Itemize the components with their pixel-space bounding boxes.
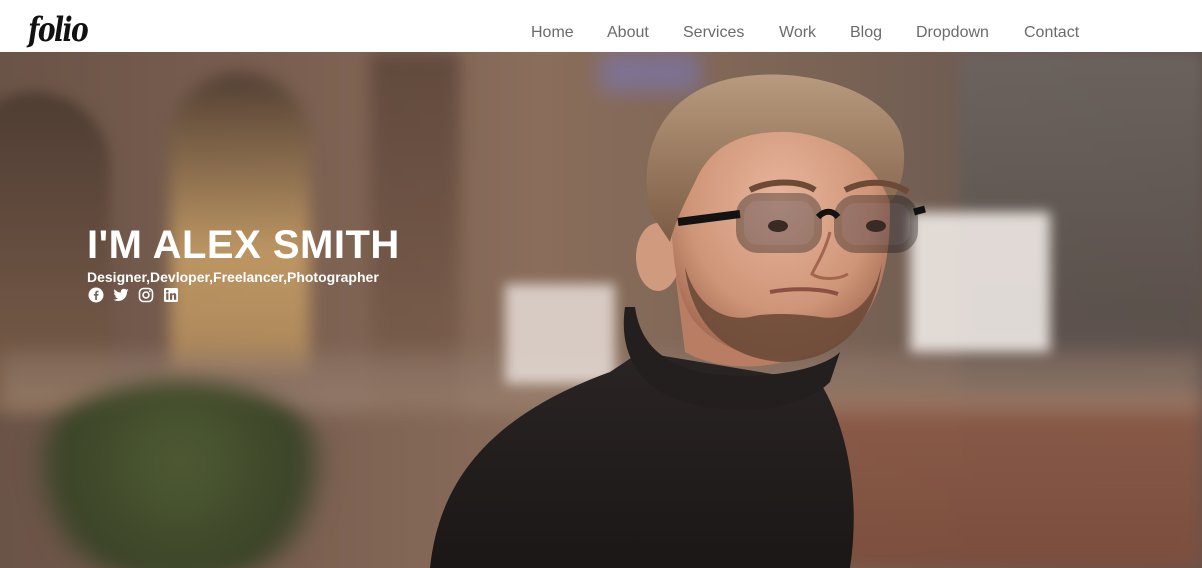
hero-subtitle: Designer,Devloper,Freelancer,Photographe… <box>87 269 379 285</box>
facebook-icon[interactable] <box>88 287 104 303</box>
nav-item-contact[interactable]: Contact <box>1024 22 1079 44</box>
linkedin-icon[interactable] <box>163 287 179 303</box>
social-links <box>88 287 179 305</box>
nav-item-dropdown[interactable]: Dropdown <box>916 22 989 44</box>
site-header: folio Home About Services Work Blog Drop… <box>0 0 1202 52</box>
nav-item-blog[interactable]: Blog <box>850 22 882 44</box>
instagram-icon[interactable] <box>138 287 154 303</box>
background-wall <box>960 52 1202 568</box>
nav-item-home[interactable]: Home <box>531 22 574 44</box>
nav-item-services[interactable]: Services <box>683 22 744 44</box>
main-nav: Home About Services Work Blog Dropdown C… <box>0 0 1202 52</box>
hero-section: I'M ALEX SMITH Designer,Devloper,Freelan… <box>0 52 1202 568</box>
twitter-icon[interactable] <box>113 287 129 303</box>
background-bush <box>20 382 340 568</box>
nav-item-about[interactable]: About <box>607 22 649 44</box>
nav-item-work[interactable]: Work <box>779 22 816 44</box>
hero-title: I'M ALEX SMITH <box>87 223 400 267</box>
hero-portrait <box>430 74 926 568</box>
